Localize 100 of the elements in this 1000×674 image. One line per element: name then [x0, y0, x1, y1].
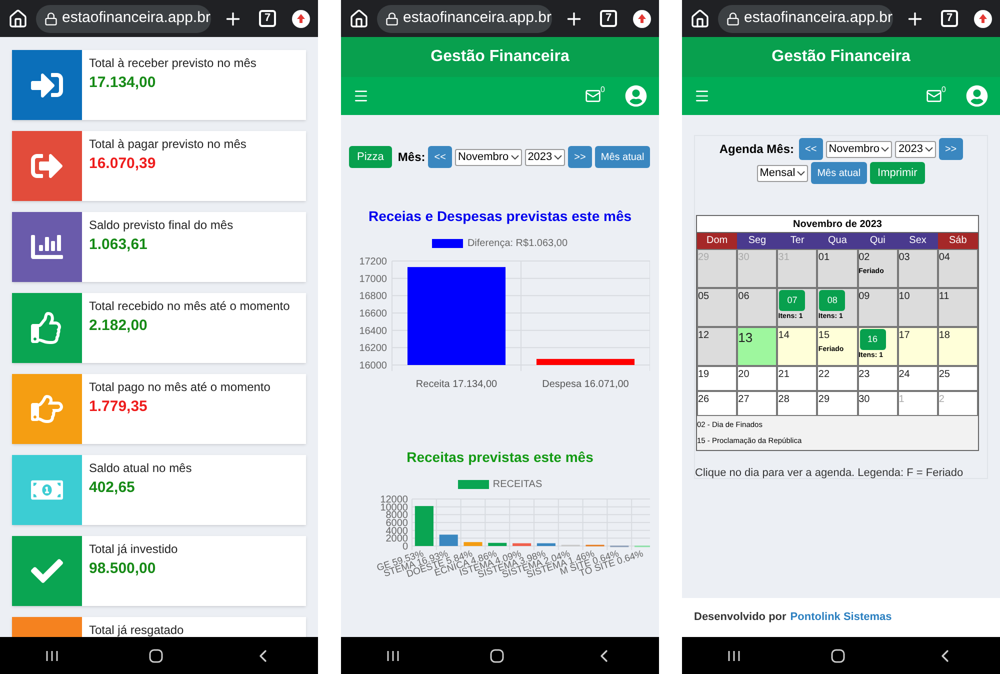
year-select[interactable]: 2023 [895, 140, 936, 158]
day-cell[interactable]: 19 [697, 366, 738, 391]
day-cell[interactable]: 11 [938, 288, 978, 327]
current-month-button[interactable]: Mês atual [594, 146, 650, 168]
day-number: 18 [938, 329, 950, 343]
mail-icon[interactable] [584, 88, 601, 104]
avatar-icon[interactable] [966, 85, 988, 107]
day-cell[interactable]: 06 [737, 288, 778, 327]
year-select[interactable]: 2023 [524, 148, 566, 166]
menu-icon[interactable] [353, 88, 369, 104]
legend-swatch [458, 480, 489, 489]
card-value: 98.500,00 [89, 559, 156, 579]
weekday-header: Seg [737, 233, 778, 249]
update-icon[interactable] [974, 10, 992, 28]
day-cell[interactable]: 25 [938, 366, 978, 391]
card-value: 17.134,00 [89, 73, 156, 93]
axis-tick-label: 16600 [359, 308, 387, 320]
card-title: Total à pagar previsto no mês [89, 136, 246, 153]
card-title: Saldo atual no mês [89, 460, 192, 477]
bar [414, 506, 434, 546]
home-button-icon[interactable] [490, 648, 504, 662]
bar [512, 543, 532, 546]
axis-tick-label: 16400 [359, 326, 387, 337]
previous-month-button[interactable]: << [799, 138, 823, 160]
recent-apps-icon[interactable] [386, 648, 400, 662]
current-month-button[interactable]: Mês atual [811, 162, 867, 184]
card-title: Total já resgatado [89, 622, 184, 637]
avatar-icon[interactable] [625, 85, 647, 107]
day-cell[interactable]: 30 [858, 391, 898, 416]
day-number: 26 [698, 393, 710, 407]
category-label: Receita 17.134,00 [416, 379, 498, 390]
mail-count: 0 [600, 84, 605, 96]
home-icon[interactable] [690, 8, 710, 28]
day-cell[interactable]: 21 [777, 366, 818, 391]
previous-month-button[interactable]: << [428, 146, 452, 168]
day-cell[interactable]: 04 [938, 249, 978, 288]
recent-apps-icon[interactable] [45, 648, 59, 662]
address-bar[interactable]: estaofinanceira.app.br [377, 4, 552, 32]
bar [488, 542, 507, 546]
month-select[interactable]: Novembro [826, 140, 892, 158]
update-icon[interactable] [292, 10, 310, 28]
day-cell[interactable]: 12 [697, 327, 738, 366]
day-number: 23 [858, 368, 870, 382]
card-title: Total já investido [89, 541, 178, 558]
day-number: 10 [898, 290, 910, 304]
lock-icon [385, 12, 399, 26]
day-cell[interactable]: 29 [817, 391, 858, 416]
day-cell[interactable]: 24 [898, 366, 938, 391]
footer-link[interactable]: Pontolink Sistemas [790, 609, 892, 626]
day-number: 19 [698, 368, 710, 382]
address-bar[interactable]: estaofinanceira.app.br [718, 4, 893, 32]
home-icon[interactable] [8, 8, 28, 28]
day-number: 13 [738, 329, 753, 347]
home-button-icon[interactable] [831, 648, 845, 662]
day-cell[interactable]: 18 [938, 327, 978, 366]
tab-count[interactable]: 7 [600, 10, 617, 27]
bar [464, 542, 482, 546]
card-title: Total pago no mês até o momento [89, 379, 270, 396]
next-month-button[interactable]: >> [568, 146, 592, 168]
day-cell[interactable]: 13 [737, 327, 778, 366]
day-cell[interactable]: 26 [697, 391, 738, 416]
next-month-button[interactable]: >> [938, 138, 963, 160]
lock-icon [726, 12, 740, 26]
tab-count[interactable]: 7 [259, 10, 276, 27]
url-text: estaofinanceira.app.br [403, 8, 552, 28]
url-text: estaofinanceira.app.br [62, 8, 210, 28]
axis-tick-label: 17200 [359, 256, 387, 268]
card-value: 1.063,61 [89, 235, 148, 255]
day-cell[interactable]: 20 [737, 366, 778, 391]
day-number: 09 [858, 290, 870, 304]
home-button-icon[interactable] [149, 648, 163, 662]
card-value: 402,65 [89, 478, 135, 498]
menu-icon[interactable] [694, 88, 710, 104]
day-cell[interactable]: 23 [858, 366, 898, 391]
day-number: 30 [858, 393, 870, 407]
day-cell[interactable]: 01 [817, 249, 858, 288]
day-number: 03 [898, 251, 910, 265]
day-cell[interactable]: 05 [697, 288, 738, 327]
month-select[interactable]: Novembro [454, 148, 522, 166]
day-cell[interactable]: 09 [858, 288, 898, 327]
day-number: 21 [778, 368, 790, 382]
view-select[interactable]: Mensal [756, 164, 808, 182]
day-cell[interactable]: 14 [777, 327, 818, 366]
recent-apps-icon[interactable] [727, 648, 741, 662]
update-icon[interactable] [633, 10, 651, 28]
agenda-label: Agenda Mês: [719, 141, 794, 158]
day-cell[interactable]: 22 [817, 366, 858, 391]
day-number: 1 [898, 393, 904, 407]
card-value: 2.182,00 [89, 316, 148, 336]
day-number: 29 [818, 393, 830, 407]
mail-icon[interactable] [926, 88, 942, 104]
axis-tick-label: 16000 [359, 360, 387, 372]
address-bar[interactable]: estaofinanceira.app.br [36, 4, 211, 32]
day-cell[interactable]: 28 [777, 391, 818, 416]
tab-count[interactable]: 7 [941, 10, 958, 27]
day-cell[interactable]: 10 [898, 288, 938, 327]
day-cell[interactable]: 03 [898, 249, 938, 288]
day-cell[interactable]: 17 [898, 327, 938, 366]
home-icon[interactable] [349, 8, 369, 28]
day-cell[interactable]: 27 [737, 391, 778, 416]
